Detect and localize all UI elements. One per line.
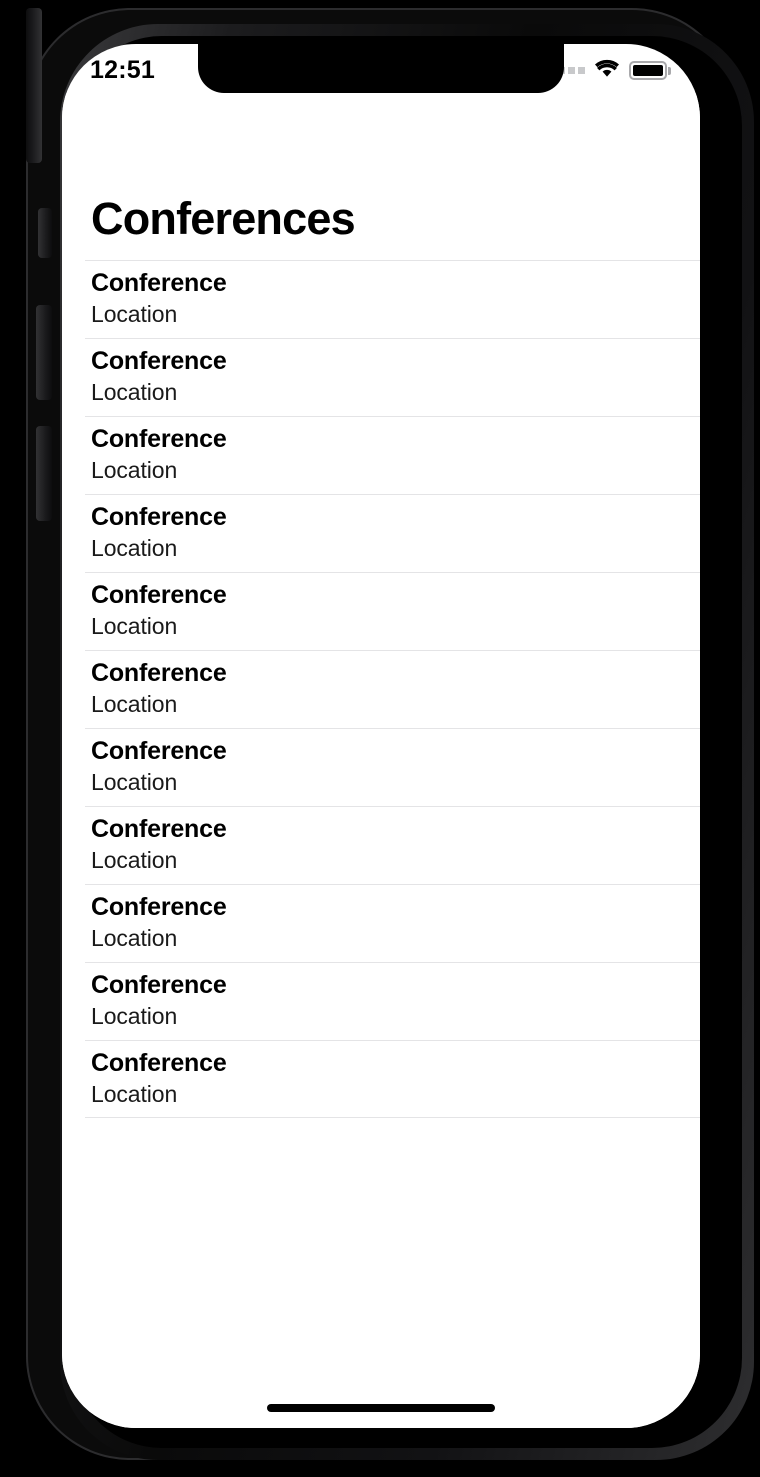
list-item-subtitle: Location [91,613,178,639]
list-item[interactable]: Conference Location [62,416,700,494]
page-title: Conferences [91,193,356,244]
list-item-subtitle: Location [91,301,178,327]
notch [198,44,564,93]
volume-down-button[interactable] [36,305,52,400]
status-bar-indicators [548,55,671,83]
list-item-subtitle: Location [91,691,178,717]
list-item[interactable]: Conference Location [62,1040,700,1118]
power-button[interactable] [26,8,42,163]
list-item-title: Conference [91,269,227,297]
screenshot-stage: 12:51 Conferences Conference Location Co… [0,0,760,1477]
app-content: Conferences Conference Location Conferen… [62,93,700,1428]
list-item-subtitle: Location [91,769,178,795]
list-item-subtitle: Location [91,1081,178,1107]
list-item[interactable]: Conference Location [62,494,700,572]
list-item-title: Conference [91,347,227,375]
list-item-title: Conference [91,503,227,531]
list-item-subtitle: Location [91,457,178,483]
list-item[interactable]: Conference Location [62,884,700,962]
list-item-subtitle: Location [91,379,178,405]
list-item-title: Conference [91,815,227,843]
list-item-title: Conference [91,425,227,453]
list-item[interactable]: Conference Location [62,728,700,806]
home-indicator[interactable] [267,1404,495,1412]
battery-full-icon [629,61,671,80]
list-item-subtitle: Location [91,535,178,561]
list-item-title: Conference [91,1049,227,1077]
list-item[interactable]: Conference Location [62,962,700,1040]
list-item-title: Conference [91,971,227,999]
list-item[interactable]: Conference Location [62,338,700,416]
conference-list[interactable]: Conference Location Conference Location … [62,260,700,1118]
device-screen: 12:51 Conferences Conference Location Co… [62,44,700,1428]
list-item-subtitle: Location [91,847,178,873]
list-item[interactable]: Conference Location [62,260,700,338]
list-item[interactable]: Conference Location [62,650,700,728]
list-item-title: Conference [91,659,227,687]
list-item[interactable]: Conference Location [62,572,700,650]
list-item[interactable]: Conference Location [62,806,700,884]
list-item-title: Conference [91,737,227,765]
wifi-icon [594,59,620,83]
list-item-subtitle: Location [91,1003,178,1029]
volume-up-button[interactable] [36,426,52,521]
list-item-subtitle: Location [91,925,178,951]
list-item-title: Conference [91,581,227,609]
status-bar-time: 12:51 [90,56,155,84]
ringer-switch[interactable] [38,208,52,258]
list-item-title: Conference [91,893,227,921]
